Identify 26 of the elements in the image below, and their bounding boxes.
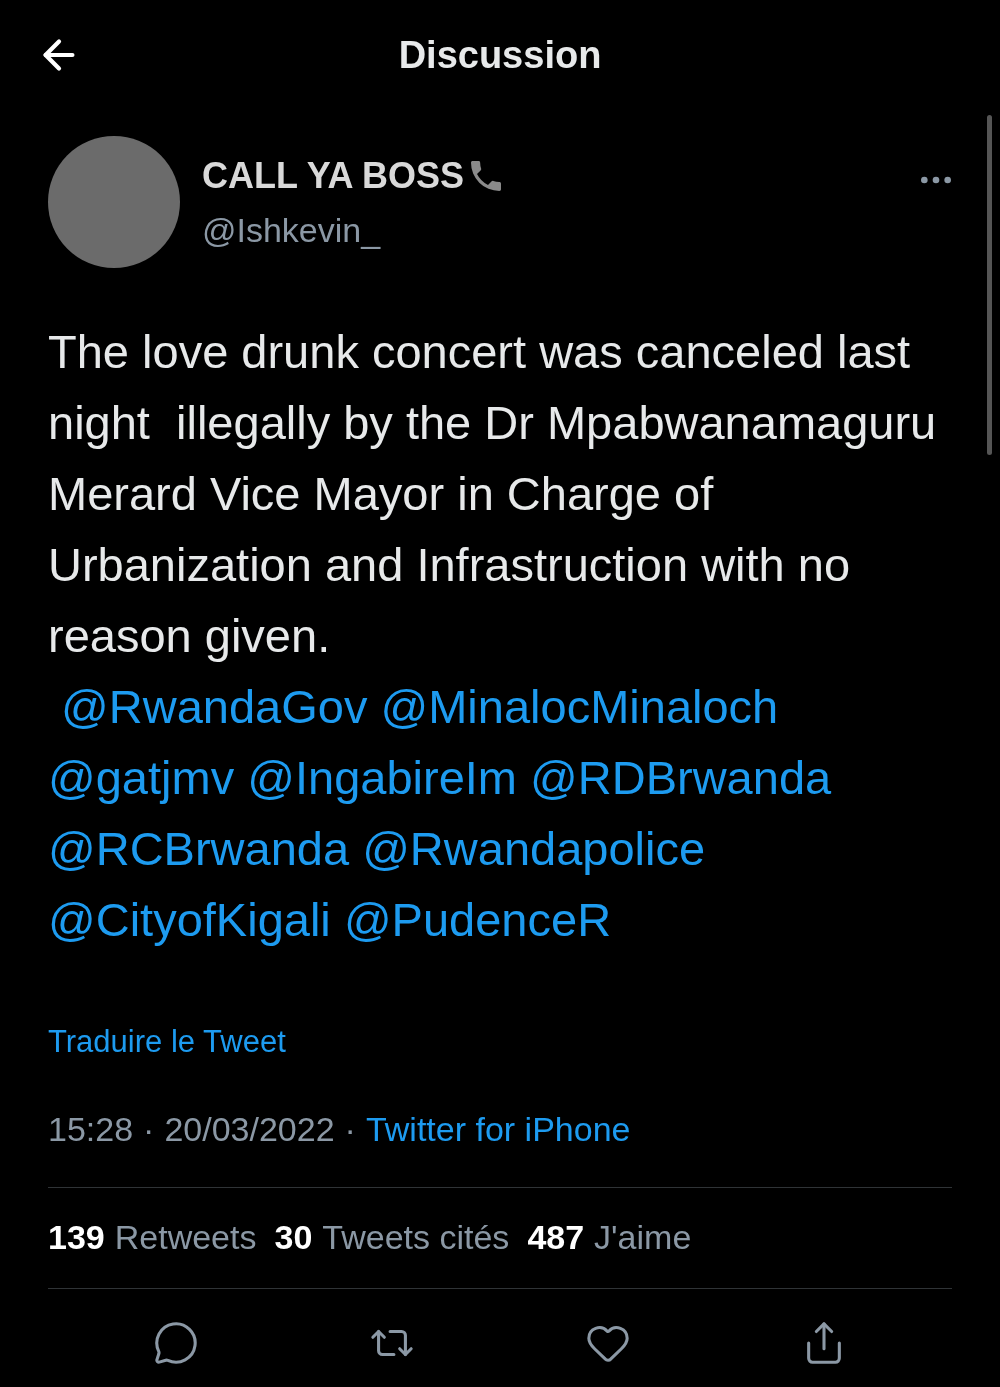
stat-count: 30 xyxy=(274,1217,313,1258)
tweet-date: 20/03/2022 xyxy=(164,1108,335,1150)
source-link[interactable]: Twitter for iPhone xyxy=(365,1103,631,1155)
author-handle: @Ishkevin_ xyxy=(202,209,382,251)
separator-dot: · xyxy=(344,1108,356,1150)
mention-link[interactable]: @PudenceR xyxy=(343,893,612,946)
mention-link[interactable]: @MinalocMinaloch xyxy=(380,680,779,733)
mention-link[interactable]: @RCBrwanda xyxy=(48,822,350,875)
stat-label: J'aime xyxy=(594,1217,692,1258)
stat-label: Retweets xyxy=(114,1217,257,1258)
stat-count: 139 xyxy=(48,1217,105,1258)
mention-link[interactable]: @IngabireIm xyxy=(247,751,517,804)
page-title: Discussion xyxy=(398,32,602,78)
author-name: CALL YA BOSS xyxy=(202,153,465,198)
mention-link[interactable]: @gatjmv xyxy=(48,751,235,804)
translate-link[interactable]: Traduire le Tweet xyxy=(48,1019,286,1066)
mention-link[interactable]: @RwandaGov xyxy=(61,680,368,733)
mention-link[interactable]: @Rwandapolice xyxy=(362,822,706,875)
stat-count: 487 xyxy=(527,1217,585,1258)
stat-label: Tweets cités xyxy=(322,1217,510,1258)
reply-icon[interactable] xyxy=(153,1319,199,1366)
tweet-text: The love drunk concert was canceled last night illegally by the Dr Mpabwanamaguru Merard Vice Mayor in Charge of Urbanization and Infrastruction with no reason given. @RwandaGov @MinalocMinaloch @gatjmv @IngabireIm @RDBrwanda @RCBrwanda @Rwandapolice @CityofKigali @PudenceR xyxy=(48,324,938,948)
tweet-time: 15:28 xyxy=(48,1108,134,1150)
separator-dot: · xyxy=(143,1108,155,1150)
mention-link[interactable]: @CityofKigali xyxy=(48,893,331,946)
mention-link[interactable]: @RDBrwanda xyxy=(530,751,832,804)
